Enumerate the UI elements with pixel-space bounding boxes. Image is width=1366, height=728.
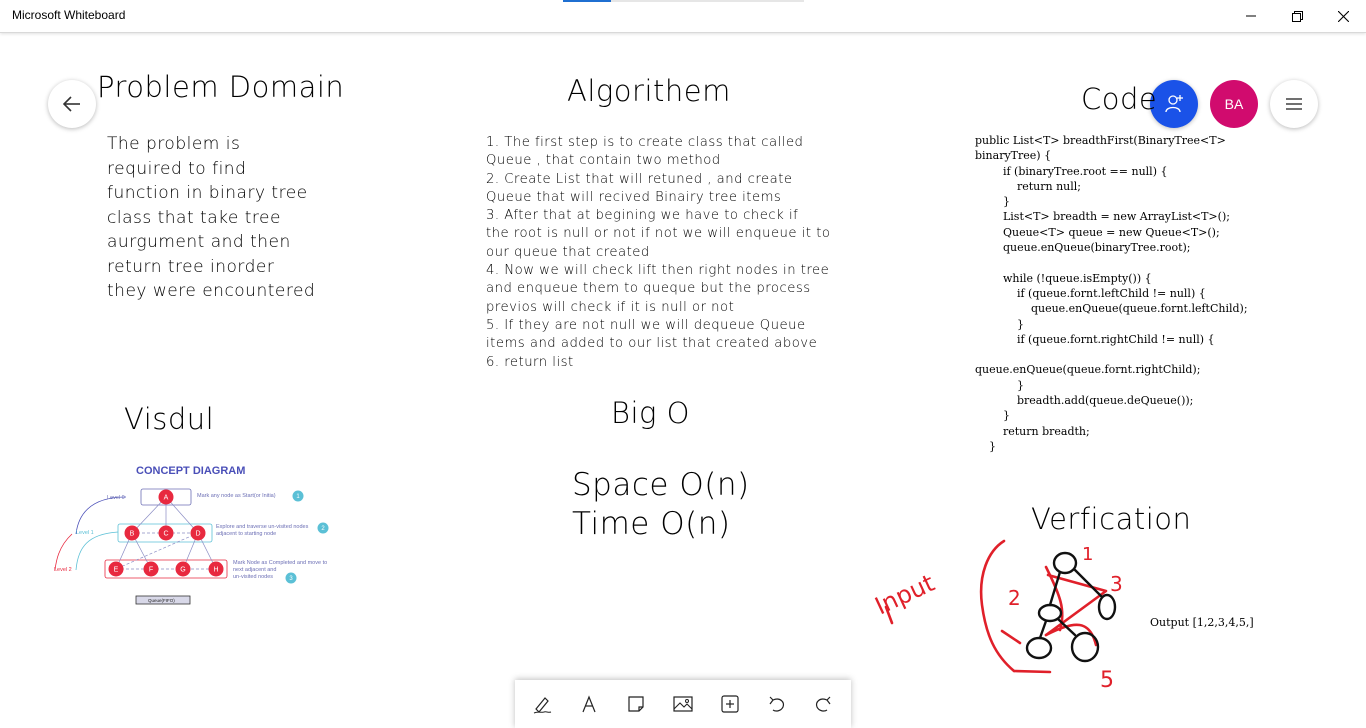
concept-diagram-image[interactable]: CONCEPT DIAGRAM A B C D E F G H 1 2 3 Le… — [48, 462, 344, 610]
pen-tool-button[interactable] — [522, 684, 562, 724]
restore-icon — [1291, 10, 1303, 22]
visual-heading[interactable]: Visdul — [124, 402, 214, 436]
image-tool-button[interactable] — [663, 684, 703, 724]
ink-tree-node — [1097, 593, 1117, 621]
sync-progress-fill — [563, 0, 612, 2]
restore-button[interactable] — [1274, 0, 1320, 32]
minimize-button[interactable] — [1228, 0, 1274, 32]
ink-stroke — [1044, 623, 1098, 647]
node-label: C — [163, 531, 168, 538]
node-label: A — [164, 495, 169, 502]
verification-heading[interactable]: Verfication — [1031, 502, 1191, 536]
queue-label: Queue(FIFO) — [148, 598, 175, 603]
diagram-note: Explore and traverse un-visited nodes ad… — [216, 524, 309, 537]
redo-button[interactable] — [803, 684, 843, 724]
big-o-heading[interactable]: Big O — [611, 396, 690, 430]
node-label: H — [213, 567, 218, 574]
ink-label-input: Input — [871, 569, 939, 621]
sync-progress-bar — [563, 0, 804, 2]
level-label: Level 0 — [107, 495, 125, 501]
node-label: G — [180, 567, 185, 574]
undo-button[interactable] — [757, 684, 797, 724]
ink-stroke — [1000, 629, 1022, 645]
level-label: Level 1 — [76, 530, 94, 536]
algorithm-heading[interactable]: Algorithem — [567, 74, 731, 108]
back-button[interactable] — [48, 80, 96, 128]
level-brace — [75, 496, 127, 535]
node-label: B — [130, 531, 135, 538]
sticky-note-icon — [628, 696, 644, 712]
node-label: F — [149, 567, 153, 574]
image-icon — [673, 696, 693, 712]
ink-stroke — [1012, 669, 1052, 674]
ink-tree-node — [1070, 631, 1100, 663]
problem-domain-text[interactable]: The problem is required to find function… — [107, 132, 315, 304]
redo-icon — [816, 696, 831, 712]
diagram-note: Mark Node as Completed and move to next … — [233, 560, 328, 580]
node-label: E — [114, 567, 119, 574]
title-bar: Microsoft Whiteboard — [0, 0, 1366, 33]
ink-number: 1 — [1082, 544, 1093, 565]
close-icon — [1337, 10, 1349, 22]
insert-tool-button[interactable] — [710, 684, 750, 724]
verification-ink-drawing[interactable]: Input 1 2 3 5 — [870, 535, 1130, 695]
ink-tree-node — [1025, 636, 1053, 660]
big-o-space[interactable]: Space O(n) — [572, 466, 750, 505]
app-title: Microsoft Whiteboard — [12, 8, 126, 22]
avatar-initials: BA — [1224, 96, 1244, 112]
close-button[interactable] — [1320, 0, 1366, 32]
problem-domain-heading[interactable]: Problem Domain — [97, 70, 344, 104]
verification-output[interactable]: Output [1,2,3,4,5,] — [1150, 616, 1254, 629]
bottom-toolbar — [515, 680, 851, 728]
diagram-note: Mark any node as Start(or Initia) — [197, 493, 276, 499]
code-block[interactable]: public List<T> breadthFirst(BinaryTree<T… — [975, 133, 1248, 454]
pen-icon — [534, 697, 552, 714]
text-icon — [582, 695, 596, 713]
ink-tree-node — [1052, 551, 1078, 575]
level-label: Level 2 — [54, 567, 72, 573]
hamburger-menu-icon — [1286, 98, 1302, 110]
back-arrow-icon — [63, 96, 80, 112]
text-tool-button[interactable] — [569, 684, 609, 724]
ink-number: 5 — [1100, 668, 1114, 693]
user-avatar[interactable]: BA — [1210, 80, 1258, 128]
ink-number: 2 — [1008, 586, 1021, 610]
add-person-icon — [1165, 95, 1183, 113]
undo-icon — [769, 696, 784, 712]
big-o-time[interactable]: Time O(n) — [572, 505, 730, 544]
menu-button[interactable] — [1270, 80, 1318, 128]
insert-icon — [721, 695, 739, 713]
sticky-note-tool-button[interactable] — [616, 684, 656, 724]
node-label: D — [195, 531, 200, 538]
algorithm-steps[interactable]: 1. The first step is to create class tha… — [486, 134, 831, 372]
code-heading[interactable]: Code — [1081, 82, 1157, 116]
ink-number: 3 — [1110, 572, 1123, 596]
level-brace — [54, 533, 73, 571]
minimize-icon — [1246, 15, 1256, 17]
